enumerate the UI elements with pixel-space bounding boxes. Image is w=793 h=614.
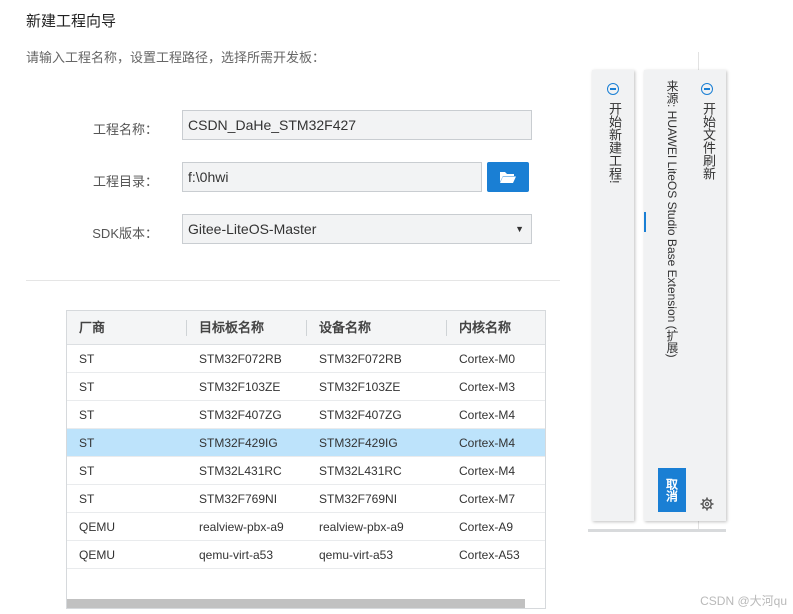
cell-device: STM32F407ZG xyxy=(319,408,402,422)
cell-board: STM32L431RC xyxy=(199,464,282,478)
sdk-version-select[interactable]: Gitee-LiteOS-Master ▼ xyxy=(182,214,532,244)
cell-core: Cortex-M3 xyxy=(459,380,516,394)
table-row[interactable]: ST STM32F103ZE STM32F103ZE Cortex-M3 xyxy=(67,373,545,401)
cell-core: Cortex-M4 xyxy=(459,436,516,450)
column-separator[interactable] xyxy=(306,320,307,336)
cell-device: STM32L431RC xyxy=(319,464,402,478)
gear-icon[interactable] xyxy=(700,497,714,511)
panel-bottom-edge xyxy=(588,529,726,532)
project-name-label: 工程名称： xyxy=(92,122,158,137)
cell-device: STM32F103ZE xyxy=(319,380,401,394)
table-row[interactable]: ST STM32L431RC STM32L431RC Cortex-M4 xyxy=(67,457,545,485)
notification-title: 开始文件刷新 xyxy=(701,102,716,180)
cancel-button[interactable]: 取消 xyxy=(658,468,686,512)
table-header: 厂商 目标板名称 设备名称 内核名称 xyxy=(67,311,545,345)
cell-board: STM32F407ZG xyxy=(199,408,282,422)
column-header-board[interactable]: 目标板名称 xyxy=(199,311,264,344)
table-row[interactable]: QEMU qemu-virt-a53 qemu-virt-a53 Cortex-A53 xyxy=(67,541,545,569)
section-divider xyxy=(26,280,560,281)
notification-file-refresh: 开始文件刷新 来源: HUAWEI LiteOS Studio Base Ext… xyxy=(644,70,726,521)
notification-source: 来源: HUAWEI LiteOS Studio Base Extension … xyxy=(665,80,679,358)
cell-vendor: ST xyxy=(79,492,95,506)
table-row[interactable]: QEMU realview-pbx-a9 realview-pbx-a9 Cortex… xyxy=(67,513,545,541)
cell-vendor: ST xyxy=(79,464,95,478)
table-row[interactable]: ST STM32F072RB STM32F072RB Cortex-M0 xyxy=(67,345,545,373)
browse-folder-button[interactable] xyxy=(487,162,529,192)
cell-board: STM32F072RB xyxy=(199,352,282,366)
notification-new-project: 开始新建工程! xyxy=(592,70,634,521)
cell-core: Cortex-M4 xyxy=(459,408,516,422)
folder-open-icon xyxy=(500,172,516,183)
cell-device: realview-pbx-a9 xyxy=(319,520,404,534)
sdk-version-label: SDK版本： xyxy=(92,226,158,241)
cell-device: STM32F072RB xyxy=(319,352,402,366)
cell-device: STM32F429IG xyxy=(319,436,398,450)
cell-vendor: QEMU xyxy=(79,548,115,562)
cell-core: Cortex-A9 xyxy=(459,520,514,534)
cell-core: Cortex-M0 xyxy=(459,352,516,366)
table-body: ST STM32F072RB STM32F072RB Cortex-M0 ST STM32… xyxy=(67,345,545,569)
column-separator[interactable] xyxy=(446,320,447,336)
cell-vendor: QEMU xyxy=(79,520,115,534)
cell-vendor: ST xyxy=(79,408,95,422)
project-dir-label: 工程目录： xyxy=(92,174,158,189)
cell-vendor: ST xyxy=(79,352,95,366)
cell-board: STM32F769NI xyxy=(199,492,278,506)
column-header-device[interactable]: 设备名称 xyxy=(319,311,371,344)
column-header-vendor[interactable]: 厂商 xyxy=(79,311,105,344)
column-header-core[interactable]: 内核名称 xyxy=(459,311,511,344)
wizard-title: 新建工程向导 xyxy=(26,13,117,30)
board-table: 厂商 目标板名称 设备名称 内核名称 ST STM32F072RB STM32F07… xyxy=(66,310,546,609)
info-icon xyxy=(701,83,713,95)
cell-board: STM32F103ZE xyxy=(199,380,281,394)
cell-core: Cortex-M7 xyxy=(459,492,516,506)
wizard-subtitle: 请输入工程名称，设置工程路径，选择所需开发板： xyxy=(26,50,326,65)
cell-vendor: ST xyxy=(79,436,95,450)
cell-board: STM32F429IG xyxy=(199,436,278,450)
project-name-input[interactable]: CSDN_DaHe_STM32F427 xyxy=(182,110,532,140)
project-dir-input[interactable]: f:\0hwi xyxy=(182,162,482,192)
table-row[interactable]: ST STM32F407ZG STM32F407ZG Cortex-M4 xyxy=(67,401,545,429)
cell-board: realview-pbx-a9 xyxy=(199,520,284,534)
progress-marker xyxy=(644,212,646,232)
watermark: CSDN @大河qu xyxy=(700,594,787,608)
cell-vendor: ST xyxy=(79,380,95,394)
horizontal-scrollbar[interactable] xyxy=(67,599,525,608)
sdk-version-value: Gitee-LiteOS-Master xyxy=(188,221,317,237)
cell-core: Cortex-A53 xyxy=(459,548,520,562)
info-icon xyxy=(607,83,619,95)
table-row[interactable]: ST STM32F429IG STM32F429IG Cortex-M4 xyxy=(67,429,545,457)
new-project-wizard: 新建工程向导 请输入工程名称，设置工程路径，选择所需开发板： 工程名称： CSD… xyxy=(0,0,793,614)
notification-text: 开始新建工程! xyxy=(607,102,622,184)
cell-core: Cortex-M4 xyxy=(459,464,516,478)
cell-device: STM32F769NI xyxy=(319,492,398,506)
column-separator[interactable] xyxy=(186,320,187,336)
table-row[interactable]: ST STM32F769NI STM32F769NI Cortex-M7 xyxy=(67,485,545,513)
dropdown-arrow-icon: ▼ xyxy=(515,224,524,234)
cell-board: qemu-virt-a53 xyxy=(199,548,274,562)
cell-device: qemu-virt-a53 xyxy=(319,548,394,562)
